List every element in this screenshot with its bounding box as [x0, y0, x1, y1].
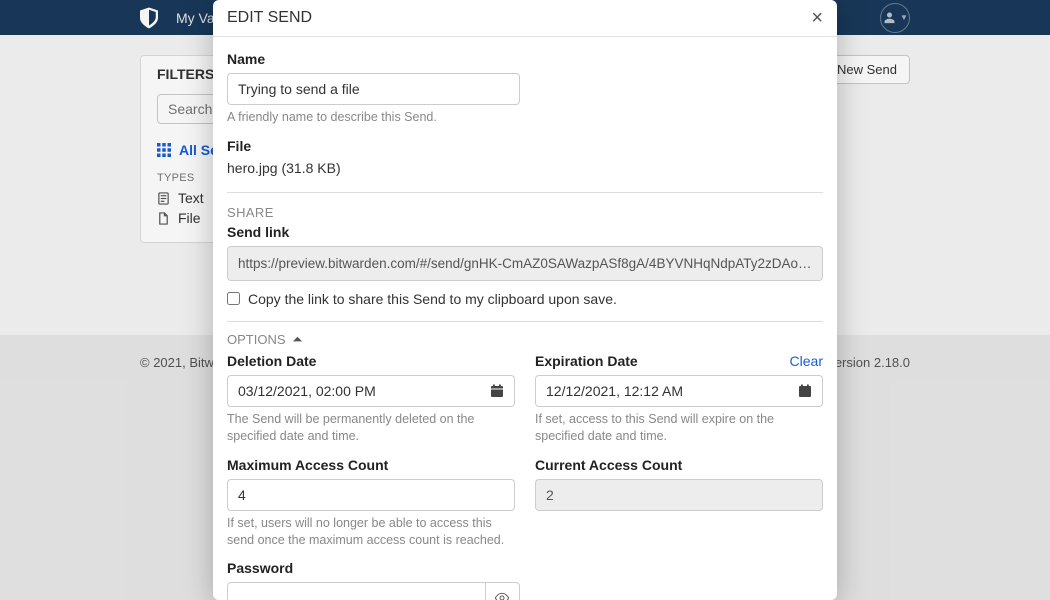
expiration-date-input[interactable]: 12/12/2021, 12:12 AM [535, 375, 823, 407]
expiration-help: If set, access to this Send will expire … [535, 411, 823, 445]
password-label: Password [227, 560, 823, 576]
share-section: SHARE [227, 192, 823, 220]
avatar-icon [882, 10, 897, 25]
max-access-label: Maximum Access Count [227, 457, 515, 473]
grid-icon [157, 143, 171, 157]
deletion-date-label: Deletion Date [227, 353, 515, 369]
eye-icon [494, 590, 510, 600]
name-label: Name [227, 51, 823, 67]
max-access-input[interactable] [227, 479, 515, 511]
modal-title: EDIT SEND [227, 9, 312, 27]
close-button[interactable]: × [811, 8, 823, 28]
calendar-icon [798, 384, 812, 398]
file-label: File [227, 138, 823, 154]
options-toggle[interactable]: OPTIONS [227, 322, 823, 347]
toggle-password-button[interactable] [485, 582, 520, 600]
password-input[interactable] [227, 582, 485, 600]
clear-expiration-button[interactable]: Clear [790, 353, 823, 369]
text-icon [157, 192, 170, 205]
version: Version 2.18.0 [827, 355, 910, 370]
caret-down-icon: ▼ [900, 13, 908, 22]
copy-on-save-checkbox[interactable] [227, 292, 240, 305]
chevron-up-icon [292, 334, 303, 345]
account-menu[interactable]: ▼ [880, 3, 910, 33]
current-access-value [535, 479, 823, 511]
edit-send-modal: EDIT SEND × Name A friendly name to desc… [213, 0, 837, 600]
current-access-label: Current Access Count [535, 457, 823, 473]
file-icon [157, 212, 170, 225]
max-access-help: If set, users will no longer be able to … [227, 515, 515, 549]
name-input[interactable] [227, 73, 520, 105]
file-value: hero.jpg (31.8 KB) [227, 160, 823, 176]
expiration-date-label: Expiration Date [535, 353, 638, 369]
calendar-icon [490, 384, 504, 398]
deletion-help: The Send will be permanently deleted on … [227, 411, 515, 445]
copy-on-save-row[interactable]: Copy the link to share this Send to my c… [227, 291, 823, 307]
deletion-date-input[interactable]: 03/12/2021, 02:00 PM [227, 375, 515, 407]
name-help: A friendly name to describe this Send. [227, 109, 823, 126]
copy-on-save-label: Copy the link to share this Send to my c… [248, 291, 617, 307]
send-link-value[interactable]: https://preview.bitwarden.com/#/send/gnH… [227, 246, 823, 281]
send-link-label: Send link [227, 224, 823, 240]
shield-icon [140, 7, 158, 29]
